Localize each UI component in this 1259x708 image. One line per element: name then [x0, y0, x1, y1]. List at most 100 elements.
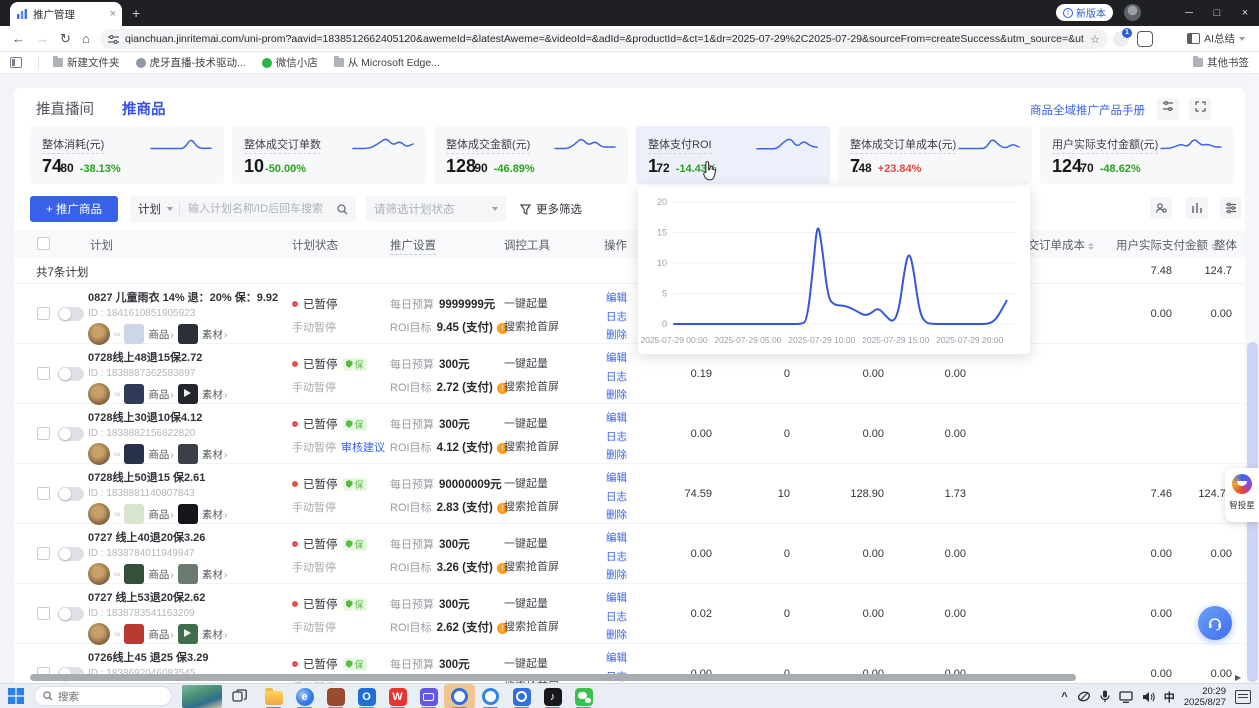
- plan-title[interactable]: 0726线上45 退25 保3.29: [88, 649, 288, 665]
- action-link[interactable]: 编辑: [606, 290, 627, 305]
- plan-select[interactable]: 计划: [138, 201, 161, 217]
- stat-card[interactable]: 整体成交订单成本(元) 7.48 +23.84%: [838, 126, 1032, 184]
- material-link[interactable]: 素材›: [202, 627, 228, 642]
- bookmark-star-icon[interactable]: ☆: [1090, 33, 1100, 46]
- ai-summary-button[interactable]: AI总结: [1187, 31, 1245, 46]
- action-link[interactable]: 删除: [606, 387, 627, 402]
- bookmark-item[interactable]: 微信小店: [262, 55, 318, 70]
- metric-settings-icon[interactable]: [1157, 98, 1179, 120]
- tool-link[interactable]: 一键起量: [504, 295, 559, 311]
- profile-sync-icon[interactable]: 1: [1113, 31, 1129, 47]
- taskbar-app-file-explorer[interactable]: [258, 684, 289, 708]
- action-link[interactable]: 日志: [606, 429, 627, 444]
- forward-icon[interactable]: →: [36, 30, 49, 48]
- material-link[interactable]: 素材›: [202, 447, 228, 462]
- tool-link[interactable]: 搜索抢首屏: [504, 378, 559, 394]
- microphone-icon[interactable]: [1100, 690, 1110, 703]
- action-link[interactable]: 日志: [606, 609, 627, 624]
- taskbar-app-wps-office[interactable]: W: [382, 684, 413, 708]
- header-user-paid[interactable]: 用户实际支付金额: [1116, 237, 1217, 253]
- row-checkbox[interactable]: [37, 547, 50, 560]
- action-link[interactable]: 编辑: [606, 650, 627, 665]
- home-icon[interactable]: ⌂: [82, 30, 90, 48]
- taskbar-app-app-purple[interactable]: [413, 684, 444, 708]
- help-float-button[interactable]: [1198, 606, 1232, 640]
- row-checkbox[interactable]: [37, 307, 50, 320]
- taskbar-app-qianchuan[interactable]: [444, 684, 475, 708]
- action-link[interactable]: 删除: [606, 627, 627, 642]
- product-link[interactable]: 商品›: [148, 627, 174, 642]
- action-link[interactable]: 日志: [606, 369, 627, 384]
- material-link[interactable]: 素材›: [202, 507, 228, 522]
- product-link[interactable]: 商品›: [148, 327, 174, 342]
- extensions-icon[interactable]: [1137, 31, 1153, 47]
- network-icon[interactable]: [1119, 691, 1133, 703]
- widgets-weather-thumbnail[interactable]: [182, 685, 222, 708]
- window-close-button[interactable]: ×: [1231, 0, 1259, 26]
- taskbar-app-app-store-brown[interactable]: [320, 684, 351, 708]
- plan-title[interactable]: 0727 线上40退20保3.26: [88, 529, 288, 545]
- new-tab-button[interactable]: +: [132, 5, 140, 21]
- select-all-checkbox[interactable]: [37, 237, 50, 250]
- device-icon[interactable]: [1077, 691, 1091, 702]
- header-settings[interactable]: 推广设置: [390, 237, 436, 255]
- plan-search-input[interactable]: [186, 202, 331, 216]
- stat-card[interactable]: 整体成交订单数 10 -50.00%: [232, 126, 426, 184]
- notification-center-icon[interactable]: [1235, 690, 1251, 704]
- browser-profile-avatar[interactable]: [1124, 4, 1141, 21]
- tab-live-room[interactable]: 推直播间: [36, 98, 94, 119]
- row-checkbox[interactable]: [37, 607, 50, 620]
- plan-title[interactable]: 0728线上50退15 保2.61: [88, 469, 288, 485]
- start-button[interactable]: [8, 688, 24, 708]
- taskbar-clock[interactable]: 20:29 2025/8/27: [1184, 686, 1226, 708]
- promote-product-button[interactable]: + 推广商品: [30, 196, 118, 222]
- tool-link[interactable]: 搜索抢首屏: [504, 558, 559, 574]
- volume-icon[interactable]: [1142, 691, 1155, 703]
- taskbar-app-wechat[interactable]: [568, 684, 599, 708]
- taskbar-app-douyin[interactable]: ♪: [537, 684, 568, 708]
- url-bar[interactable]: qianchuan.jinritemai.com/uni-prom?aavid=…: [100, 29, 1108, 49]
- action-link[interactable]: 日志: [606, 309, 627, 324]
- taskbar-app-edge-browser[interactable]: e: [289, 684, 320, 708]
- product-link[interactable]: 商品›: [148, 567, 174, 582]
- row-checkbox[interactable]: [37, 367, 50, 380]
- product-link[interactable]: 商品›: [148, 387, 174, 402]
- action-link[interactable]: 日志: [606, 489, 627, 504]
- bookmark-item[interactable]: 虎牙直播-技术驱动...: [136, 55, 246, 70]
- action-link[interactable]: 删除: [606, 327, 627, 342]
- tool-link[interactable]: 搜索抢首屏: [504, 498, 559, 514]
- other-bookmarks-button[interactable]: 其他书签: [1193, 55, 1249, 70]
- row-toggle-switch[interactable]: [58, 487, 84, 501]
- taskbar-app-app-blue-ring[interactable]: [475, 684, 506, 708]
- row-checkbox[interactable]: [37, 487, 50, 500]
- action-link[interactable]: 删除: [606, 567, 627, 582]
- window-maximize-button[interactable]: □: [1203, 0, 1231, 26]
- tab-promote-product[interactable]: 推商品: [122, 98, 166, 119]
- horizontal-scrollbar[interactable]: [30, 674, 1076, 681]
- action-link[interactable]: 编辑: [606, 530, 627, 545]
- tray-expand-icon[interactable]: ^: [1061, 691, 1067, 703]
- action-link[interactable]: 日志: [606, 549, 627, 564]
- product-link[interactable]: 商品›: [148, 447, 174, 462]
- tab-close-icon[interactable]: ×: [110, 9, 116, 20]
- plan-title[interactable]: 0727 线上53退20保2.62: [88, 589, 288, 605]
- row-toggle-switch[interactable]: [58, 547, 84, 561]
- material-link[interactable]: 素材›: [202, 567, 228, 582]
- review-link[interactable]: 审核建议: [341, 442, 385, 454]
- bookmark-item[interactable]: 从 Microsoft Edge...: [334, 55, 440, 70]
- action-link[interactable]: 编辑: [606, 410, 627, 425]
- zhitouxing-widget[interactable]: 智投星: [1225, 468, 1259, 522]
- taskbar-search[interactable]: 搜索: [34, 686, 172, 706]
- more-filters-button[interactable]: 更多筛选: [520, 196, 582, 222]
- material-link[interactable]: 素材›: [202, 327, 228, 342]
- tool-link[interactable]: 一键起量: [504, 655, 559, 671]
- row-toggle-switch[interactable]: [58, 367, 84, 381]
- browser-tab[interactable]: 推广管理 ×: [10, 2, 122, 26]
- plan-title[interactable]: 0728线上30退10保4.12: [88, 409, 288, 425]
- ime-indicator[interactable]: 中: [1164, 689, 1175, 705]
- search-icon[interactable]: [337, 204, 348, 215]
- tool-link[interactable]: 一键起量: [504, 415, 559, 431]
- taskbar-app-app-blue[interactable]: [506, 684, 537, 708]
- action-link[interactable]: 编辑: [606, 350, 627, 365]
- plan-title[interactable]: 0827 儿童雨衣 14% 退：20% 保：9.92: [88, 289, 288, 305]
